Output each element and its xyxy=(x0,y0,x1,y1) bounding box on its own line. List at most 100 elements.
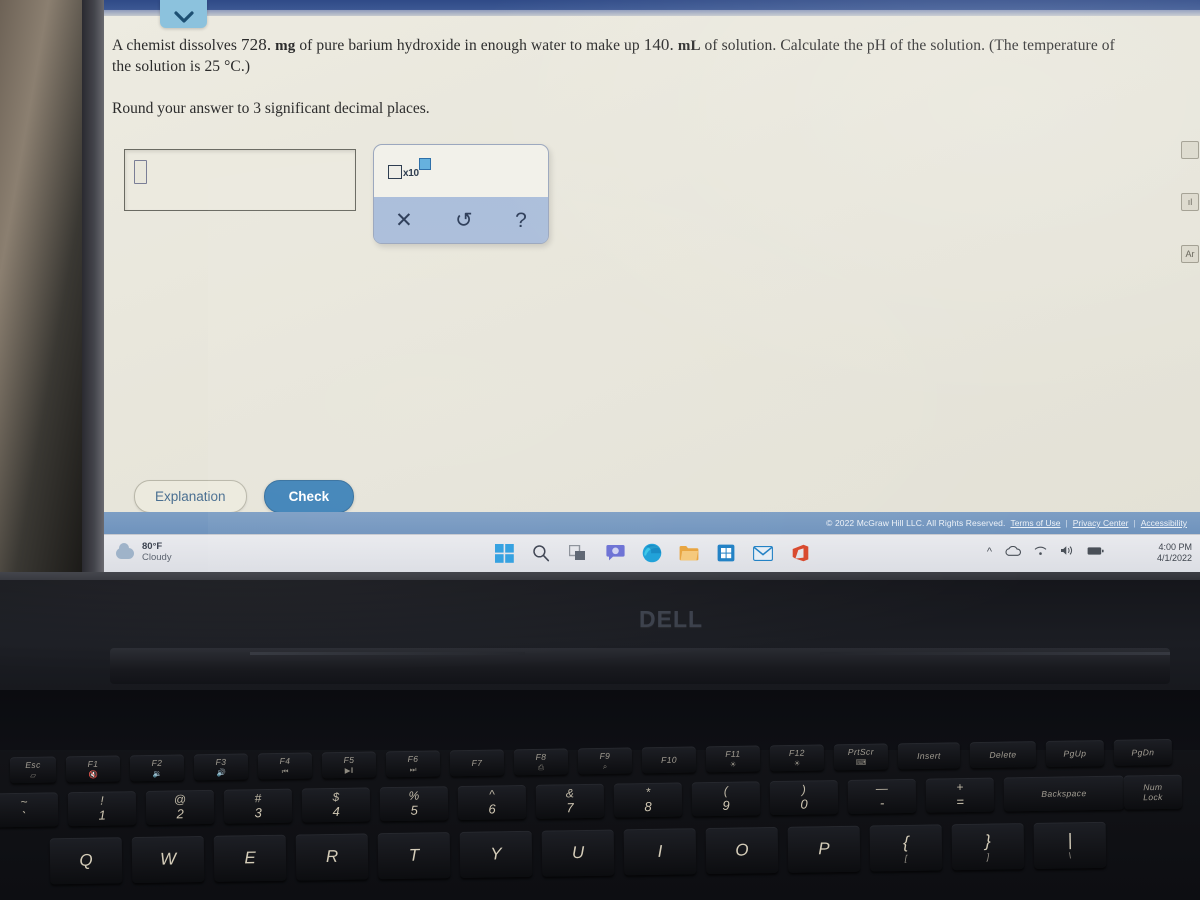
key-8[interactable]: * 8 xyxy=(613,782,683,818)
laptop-screen: A chemist dissolves 728. mg of pure bari… xyxy=(104,0,1200,572)
key-f7[interactable]: F7 xyxy=(449,749,505,777)
key-shift-label: ~ xyxy=(20,794,28,809)
key-q[interactable]: Q xyxy=(49,837,123,885)
key-label: { xyxy=(902,832,909,852)
key-sym[interactable]: | \ xyxy=(1033,821,1107,869)
key-sym[interactable]: }] xyxy=(951,823,1025,871)
note-icon[interactable] xyxy=(1181,141,1199,159)
key-f2[interactable]: F2 🔉 xyxy=(129,754,185,782)
search-icon[interactable] xyxy=(529,541,553,565)
key-f3[interactable]: F3 🔊 xyxy=(193,753,249,781)
file-explorer-icon[interactable] xyxy=(677,541,701,565)
key-function-icon: ⏭ xyxy=(409,764,417,774)
key-function-icon: ☀ xyxy=(729,759,737,769)
privacy-center-link[interactable]: Privacy Center xyxy=(1073,518,1129,528)
accessibility-link[interactable]: Accessibility xyxy=(1141,518,1187,528)
office-icon[interactable] xyxy=(788,541,812,565)
key-function-icon: ▱ xyxy=(30,770,37,780)
key-w[interactable]: W xyxy=(131,835,205,884)
key-label: W xyxy=(159,849,177,869)
key-u[interactable]: U xyxy=(541,829,615,877)
key-pgup[interactable]: PgUp xyxy=(1045,740,1105,767)
microsoft-store-icon[interactable] xyxy=(714,541,738,565)
key-t[interactable]: T xyxy=(377,832,451,880)
explanation-button[interactable]: Explanation xyxy=(134,480,247,513)
mantissa-box-icon xyxy=(388,165,402,179)
key-f9[interactable]: F9 ⌕ xyxy=(577,747,633,775)
help-icon[interactable]: ? xyxy=(515,210,527,231)
key-y[interactable]: Y xyxy=(459,830,533,878)
key-=[interactable]: + = xyxy=(925,777,995,813)
key-0[interactable]: ) 0 xyxy=(769,780,839,816)
key-backspace[interactable]: Backspace xyxy=(1003,775,1125,812)
key-label: F8 xyxy=(535,751,547,762)
weather-widget[interactable]: 80°F Cloudy xyxy=(116,541,172,564)
key-f10[interactable]: F10 xyxy=(641,746,697,774)
collapse-panel-button[interactable] xyxy=(160,0,207,28)
answer-input[interactable] xyxy=(124,149,356,211)
key-label-2: Lock xyxy=(1143,791,1163,803)
key-p[interactable]: P xyxy=(787,825,861,873)
key-label: I xyxy=(657,841,663,861)
key-7[interactable]: & 7 xyxy=(535,783,605,819)
key-esc[interactable]: Esc ▱ xyxy=(9,756,57,784)
speaker-vent-right xyxy=(820,652,1170,655)
wifi-icon[interactable] xyxy=(1034,546,1047,559)
key-prtscr[interactable]: PrtScr ⌨ xyxy=(833,743,889,771)
keyboard-number-row: ~ `! 1 @2 #3 $4% 5 ^ 6 & 7 * 8(9) 0— - + = Backspace Num Lo… xyxy=(0,774,1183,828)
key-shift-label: $ xyxy=(332,789,340,804)
key-pgdn[interactable]: PgDn xyxy=(1113,738,1173,766)
key-label: F7 xyxy=(471,757,483,768)
taskbar-clock[interactable]: 4:00 PM 4/1/2022 xyxy=(1157,542,1192,565)
key-4[interactable]: $4 xyxy=(301,787,371,823)
chart-icon[interactable]: ıl xyxy=(1181,193,1199,211)
show-hidden-icons[interactable]: ^ xyxy=(987,546,992,558)
laptop-keyboard: Esc ▱ F1 🔇 F2 🔉 F3 🔊 F4 ⏮ F5 ▶‖ F6 ⏭ F7 F8 ⎙ F9 ⌕ F10 F11 ☀ F1… xyxy=(0,738,1200,900)
palette-top-section: x10 xyxy=(374,145,548,197)
key-label: R xyxy=(325,846,339,867)
edge-browser-icon[interactable] xyxy=(640,541,664,565)
key-f5[interactable]: F5 ▶‖ xyxy=(321,751,377,779)
key-`[interactable]: ~ ` xyxy=(0,792,59,828)
start-icon[interactable] xyxy=(492,541,516,565)
key-delete[interactable]: Delete xyxy=(969,741,1037,769)
weather-condition: Cloudy xyxy=(142,551,172,563)
key-f1[interactable]: F1 🔇 xyxy=(65,755,121,783)
key-f6[interactable]: F6 ⏭ xyxy=(385,750,441,778)
terms-of-use-link[interactable]: Terms of Use xyxy=(1010,518,1060,528)
key-o[interactable]: O xyxy=(705,826,779,875)
key-function-icon: ⌨ xyxy=(855,757,867,767)
chat-icon[interactable] xyxy=(603,541,627,565)
check-button[interactable]: Check xyxy=(263,480,355,513)
key-label: 8 xyxy=(644,798,652,814)
key-3[interactable]: #3 xyxy=(223,788,293,824)
key-shift-label: & xyxy=(565,786,574,801)
key-f12[interactable]: F12 ☀ xyxy=(769,744,825,772)
periodic-table-icon[interactable]: Ar xyxy=(1181,245,1199,263)
key-i[interactable]: I xyxy=(623,828,697,876)
key-shift-label: * xyxy=(645,784,651,799)
undo-icon[interactable]: ↺ xyxy=(455,210,473,231)
battery-icon[interactable] xyxy=(1087,546,1104,559)
volume-icon[interactable] xyxy=(1060,545,1074,559)
key-f11[interactable]: F11 ☀ xyxy=(705,745,761,773)
onedrive-icon[interactable] xyxy=(1005,545,1021,559)
task-view-icon[interactable] xyxy=(566,541,590,565)
key-6[interactable]: ^ 6 xyxy=(457,784,527,821)
key-f4[interactable]: F4 ⏮ xyxy=(257,752,313,780)
scientific-notation-button[interactable]: x10 xyxy=(388,157,431,185)
key-r[interactable]: R xyxy=(295,833,369,881)
key-num-lock[interactable]: Num Lock xyxy=(1123,774,1183,810)
clear-icon[interactable]: ✕ xyxy=(395,210,413,231)
key-sym[interactable]: {[ xyxy=(869,824,943,872)
key-5[interactable]: % 5 xyxy=(379,786,449,822)
key-9[interactable]: (9 xyxy=(691,781,761,817)
mail-icon[interactable] xyxy=(751,541,775,565)
key-e[interactable]: E xyxy=(213,834,287,882)
key-1[interactable]: ! 1 xyxy=(67,791,137,827)
key-insert[interactable]: Insert xyxy=(897,742,961,770)
key-function-icon: ⏮ xyxy=(281,766,289,776)
key-f8[interactable]: F8 ⎙ xyxy=(513,748,569,776)
key--[interactable]: — - xyxy=(847,778,917,814)
key-2[interactable]: @2 xyxy=(145,789,215,825)
